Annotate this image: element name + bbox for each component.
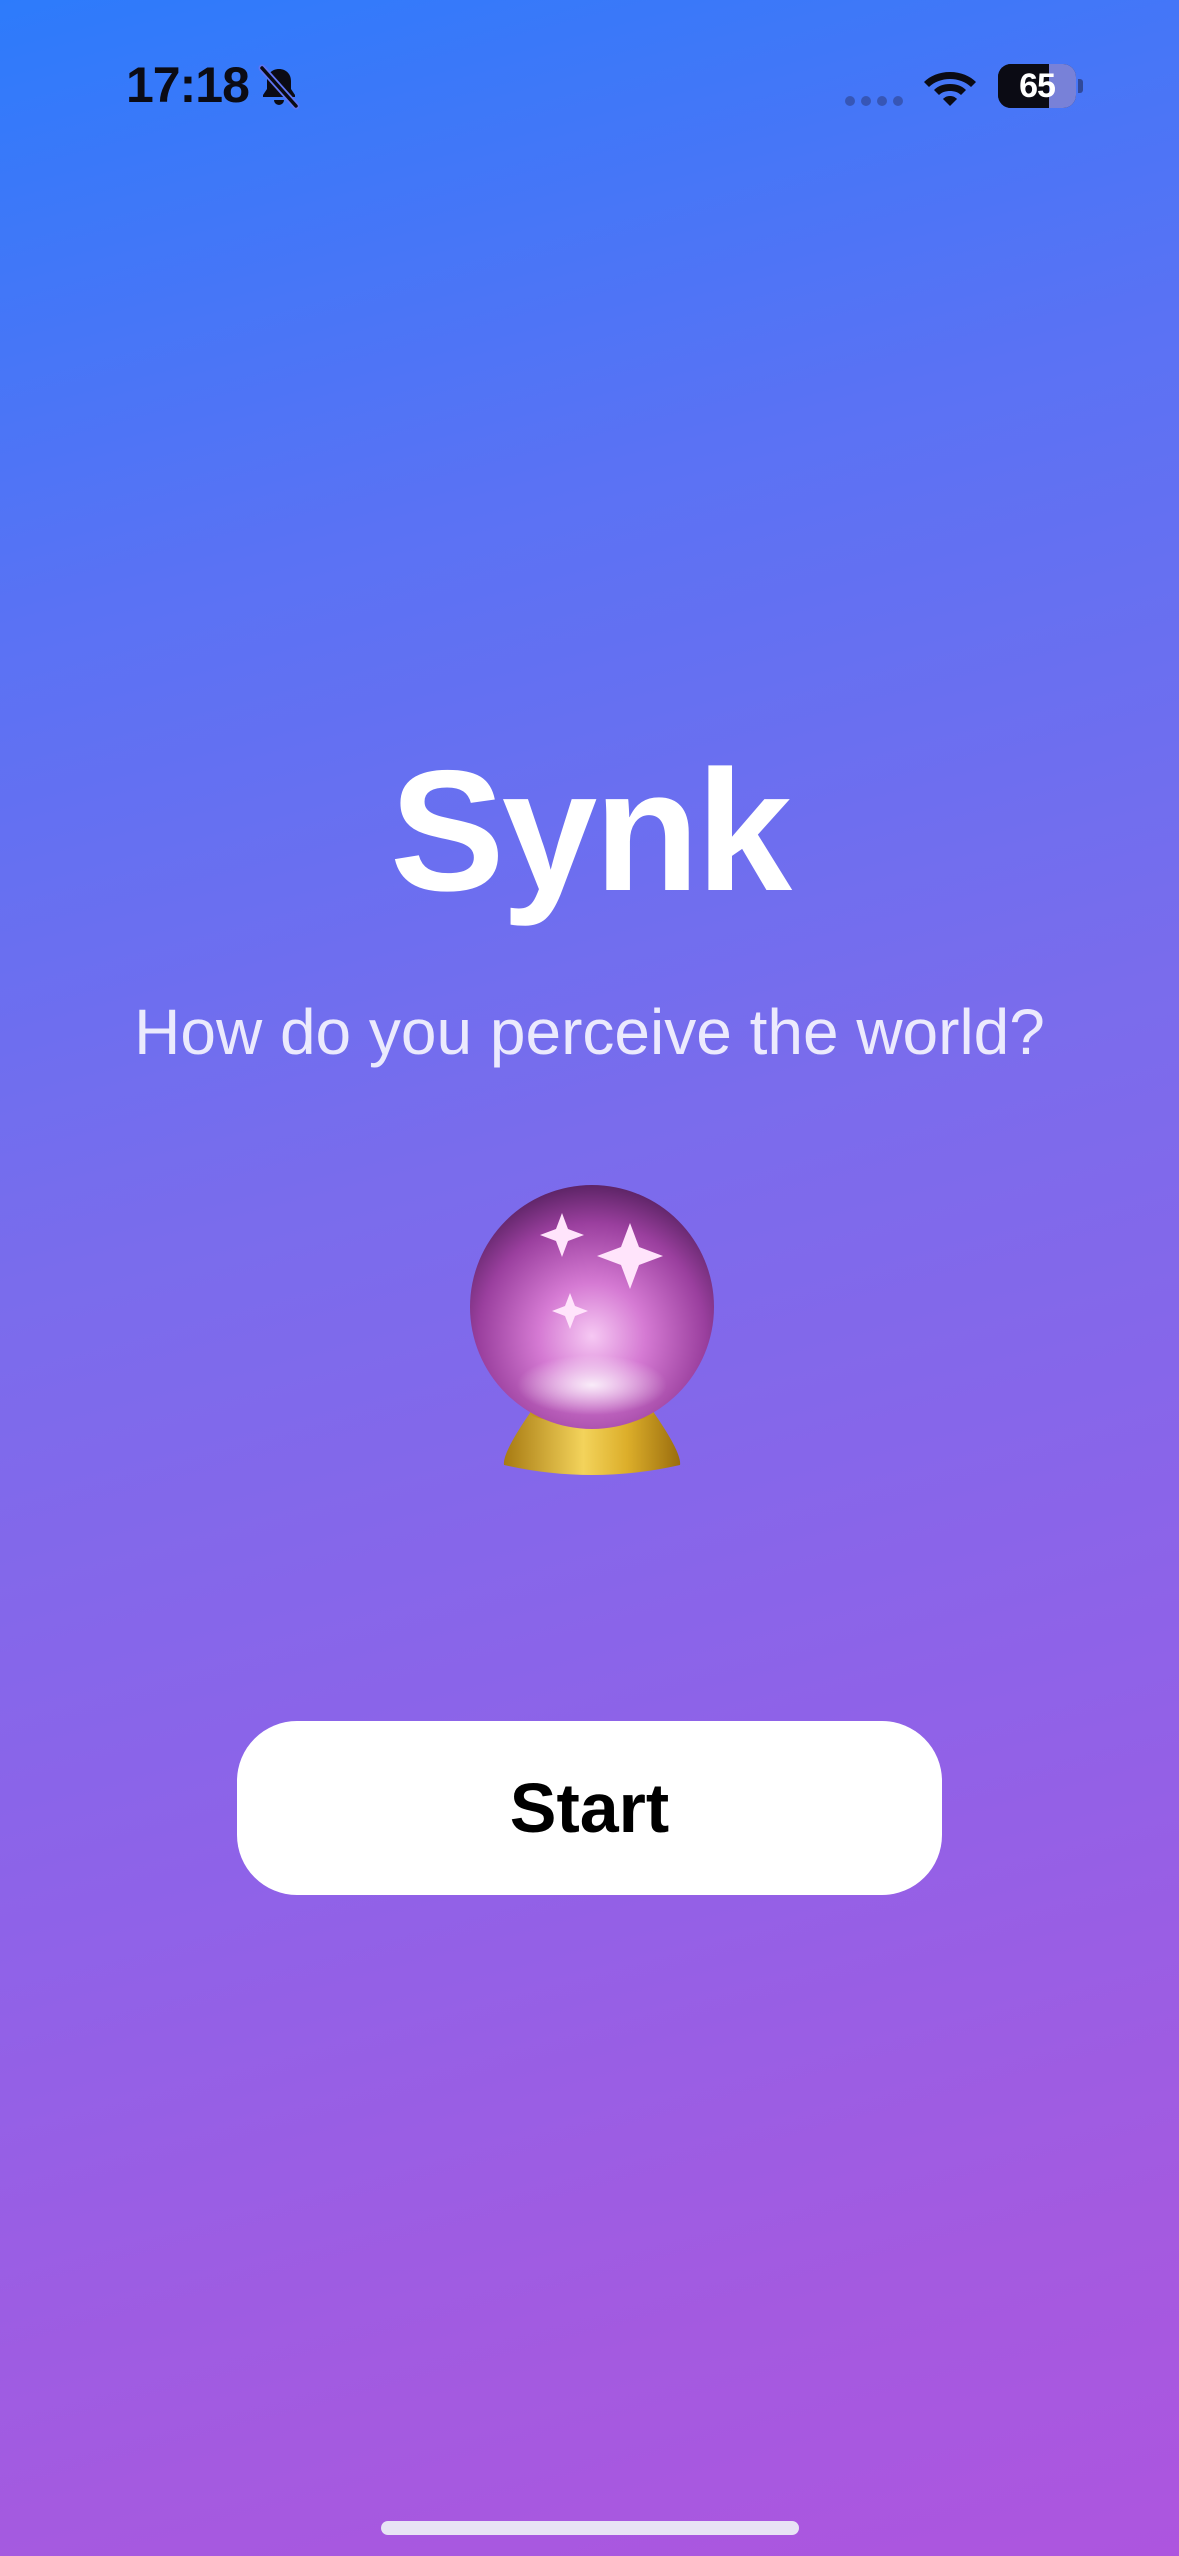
status-bar: 17:18 65 [0, 0, 1179, 170]
cellular-dots-icon [845, 96, 903, 106]
battery-level: 65 [1019, 67, 1056, 105]
battery-indicator: 65 [998, 64, 1076, 108]
crystal-ball-icon [470, 1185, 714, 1475]
start-button[interactable]: Start [237, 1721, 942, 1895]
bell-slash-icon [258, 64, 300, 110]
battery-nub [1078, 79, 1083, 93]
tagline: How do you perceive the world? [134, 996, 1045, 1068]
start-button-label: Start [509, 1769, 670, 1847]
status-time: 17:18 [126, 57, 250, 113]
app-title: Synk [389, 735, 792, 927]
wifi-icon [924, 72, 976, 106]
home-indicator[interactable] [381, 2521, 799, 2535]
